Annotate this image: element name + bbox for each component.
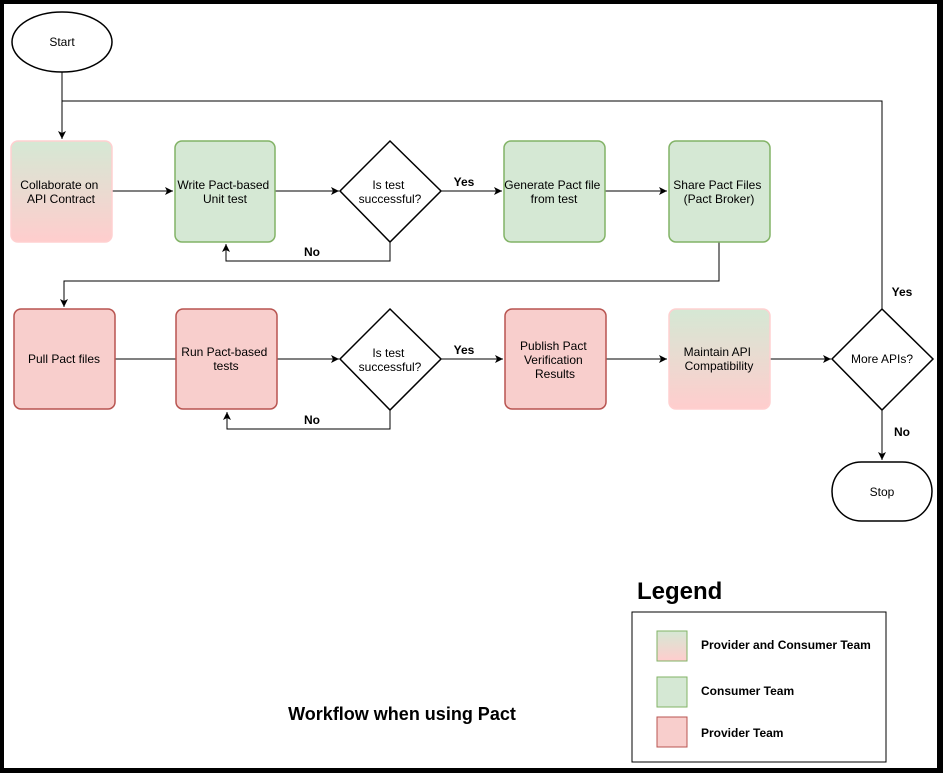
legend-label-both: Provider and Consumer Team <box>701 638 871 652</box>
stop-node[interactable]: Stop <box>831 461 933 522</box>
run-label-line-2: tests <box>213 359 238 373</box>
share-pact-files-node[interactable]: Share Pact Files (Pact Broker) <box>668 140 771 243</box>
maintain-label-line-2: Compatibility <box>685 359 754 373</box>
provider-test-decision-node[interactable]: Is test successful? <box>338 307 443 412</box>
consumer-decision-label-line-2: successful? <box>359 192 422 206</box>
legend: Legend Provider and Consumer Team Consum… <box>631 578 887 763</box>
workflow-diagram: Start Collaborate on API Contract Write … <box>10 11 935 763</box>
consumer-yes-label: Yes <box>454 175 475 189</box>
svg-text:Maintain API Compatibili: Maintain API Compatibility <box>684 345 755 373</box>
start-label: Start <box>49 35 75 49</box>
write-test-node[interactable]: Write Pact-based Unit test <box>174 140 276 243</box>
legend-swatch-both <box>656 630 688 662</box>
run-pact-tests-node[interactable]: Run Pact-based tests <box>175 308 278 410</box>
collaborate-node[interactable]: Collaborate on API Contract <box>10 140 113 243</box>
provider-decision-label-line-2: successful? <box>359 360 422 374</box>
provider-yes-label: Yes <box>454 343 475 357</box>
maintain-api-compatibility-node[interactable]: Maintain API Compatibility <box>668 308 771 410</box>
collaborate-label-line-2: API Contract <box>27 192 96 206</box>
generate-label-line-1: Generate Pact file <box>504 178 600 192</box>
consumer-no-label: No <box>304 245 320 259</box>
more-apis-label: More APIs? <box>851 352 913 366</box>
consumer-decision-label-line-1: Is test <box>372 178 405 192</box>
maintain-label-line-1: Maintain API <box>684 345 751 359</box>
start-node[interactable]: Start <box>11 11 113 73</box>
more-apis-no-label: No <box>894 425 910 439</box>
collaborate-label-line-1: Collaborate on <box>20 178 98 192</box>
svg-text:Share Pact Files (Pact B: Share Pact Files (Pact Broker) <box>673 178 764 206</box>
generate-label-line-2: from test <box>531 192 578 206</box>
provider-decision-label-line-1: Is test <box>372 346 405 360</box>
stop-label: Stop <box>870 485 895 499</box>
svg-text:Collaborate on API Contr: Collaborate on API Contract <box>20 178 101 206</box>
edge-share-to-pull <box>60 242 720 307</box>
more-apis-decision-node[interactable]: More APIs? <box>830 307 935 412</box>
write-test-label-line-2: Unit test <box>203 192 248 206</box>
pull-pact-files-node[interactable]: Pull Pact files <box>13 308 116 410</box>
share-label-line-1: Share Pact Files <box>673 178 761 192</box>
generate-pact-file-node[interactable]: Generate Pact file from test <box>503 140 606 243</box>
legend-swatch-consumer <box>656 676 688 708</box>
consumer-test-decision-node[interactable]: Is test successful? <box>338 139 443 244</box>
publish-label-line-1: Publish Pact <box>520 339 587 353</box>
legend-swatch-provider <box>656 716 688 748</box>
diagram-title: Workflow when using Pact <box>288 704 516 724</box>
write-test-label-line-1: Write Pact-based <box>177 178 269 192</box>
legend-label-provider: Provider Team <box>701 726 783 740</box>
pull-label: Pull Pact files <box>28 352 100 366</box>
legend-title: Legend <box>637 578 722 605</box>
more-apis-yes-label: Yes <box>892 285 913 299</box>
publish-verification-results-node[interactable]: Publish Pact Verification Results <box>504 308 607 410</box>
share-label-line-2: (Pact Broker) <box>684 192 755 206</box>
publish-label-line-2: Verification <box>524 353 583 367</box>
legend-label-consumer: Consumer Team <box>701 684 794 698</box>
run-label-line-1: Run Pact-based <box>181 345 267 359</box>
publish-label-line-3: Results <box>535 367 575 381</box>
provider-no-label: No <box>304 413 320 427</box>
